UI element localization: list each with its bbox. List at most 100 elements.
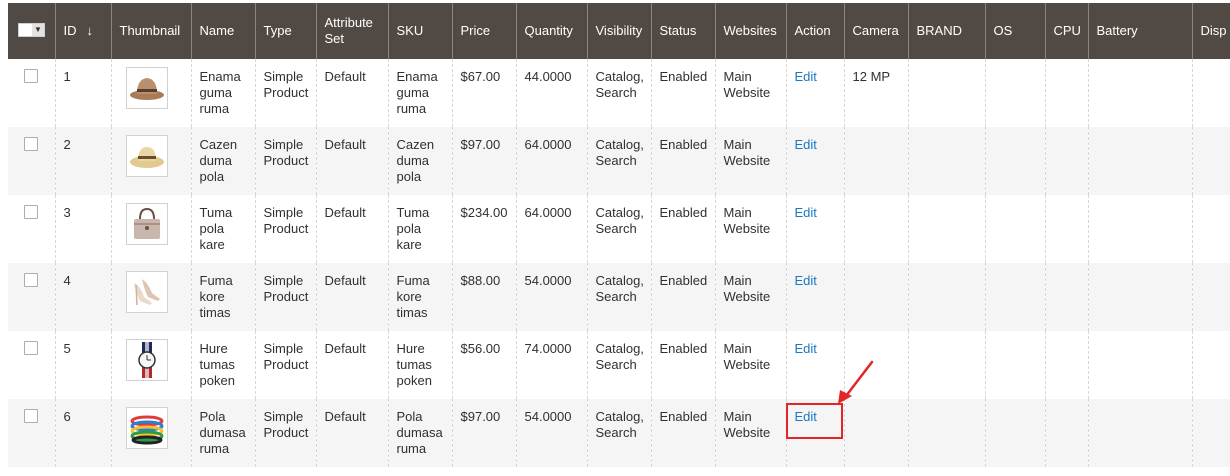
column-header-cpu[interactable]: CPU — [1045, 3, 1089, 59]
visibility-cell: Catalog, Search — [587, 399, 652, 467]
bracelets-icon[interactable] — [125, 407, 168, 449]
column-header-price[interactable]: Price — [452, 3, 517, 59]
column-header-sku[interactable]: SKU — [388, 3, 453, 59]
thumbnail-cell — [111, 59, 192, 127]
row-checkbox[interactable] — [24, 137, 38, 151]
column-header-id[interactable]: ID ↓ — [55, 3, 112, 59]
edit-link[interactable]: Edit — [795, 137, 817, 152]
column-label: Price — [460, 23, 491, 38]
column-label: Battery — [1096, 23, 1138, 38]
battery-cell — [1088, 127, 1193, 195]
type-cell: Simple Product — [255, 195, 317, 263]
row-checkbox[interactable] — [24, 205, 38, 219]
table-row[interactable]: 6 Pola dumasa ruma Simple Product Default Po… — [8, 399, 1230, 467]
thumbnail-cell — [111, 127, 192, 195]
sku-cell: Hure tumas poken — [388, 331, 453, 399]
table-row[interactable]: 2 Cazen duma pola Simple Product Default Caz… — [8, 127, 1230, 195]
edit-link[interactable]: Edit — [795, 341, 817, 356]
watch-icon[interactable] — [125, 339, 168, 381]
visibility-cell: Catalog, Search — [587, 331, 652, 399]
attribute-set-cell: Default — [316, 331, 389, 399]
column-header-battery[interactable]: Battery — [1088, 3, 1193, 59]
table-row[interactable]: 1 Enama guma ruma Simple Product Default Ena… — [8, 59, 1230, 127]
table-row[interactable]: 3 Tuma pola kare Simple Product Default Tuma… — [8, 195, 1230, 263]
column-header-action: Action — [786, 3, 845, 59]
name-cell: Tuma pola kare — [191, 195, 256, 263]
display-cell — [1192, 331, 1230, 399]
column-header-quantity[interactable]: Quantity — [516, 3, 588, 59]
camera-cell — [844, 195, 909, 263]
display-cell — [1192, 127, 1230, 195]
websites-cell: Main Website — [715, 331, 787, 399]
price-cell: $97.00 — [452, 127, 517, 195]
cpu-cell — [1045, 127, 1089, 195]
thumbnail-cell — [111, 263, 192, 331]
handbag-icon[interactable] — [125, 203, 168, 245]
row-select-cell — [8, 127, 56, 195]
quantity-cell: 74.0000 — [516, 331, 588, 399]
quantity-cell: 54.0000 — [516, 399, 588, 467]
column-header-attribute-set[interactable]: Attribute Set — [316, 3, 389, 59]
row-checkbox[interactable] — [24, 273, 38, 287]
attribute-set-cell: Default — [316, 59, 389, 127]
mass-action-header[interactable]: ▼ — [8, 3, 56, 59]
column-label: Disp — [1200, 23, 1227, 38]
row-checkbox[interactable] — [24, 69, 38, 83]
thumbnail-cell — [111, 399, 192, 467]
row-checkbox[interactable] — [24, 409, 38, 423]
column-header-display[interactable]: Disp — [1192, 3, 1230, 59]
column-header-name[interactable]: Name — [191, 3, 256, 59]
display-cell — [1192, 399, 1230, 467]
column-label: Attribute Set — [324, 15, 373, 46]
straw-hat-icon[interactable] — [125, 135, 168, 177]
visibility-cell: Catalog, Search — [587, 263, 652, 331]
name-cell: Pola dumasa ruma — [191, 399, 256, 467]
row-checkbox[interactable] — [24, 341, 38, 355]
column-label: Action — [794, 23, 831, 38]
attribute-set-cell: Default — [316, 127, 389, 195]
id-cell: 1 — [55, 59, 112, 127]
edit-link[interactable]: Edit — [795, 69, 817, 84]
status-cell: Enabled — [651, 195, 716, 263]
brand-cell — [908, 195, 986, 263]
name-cell: Enama guma ruma — [191, 59, 256, 127]
name-cell: Hure tumas poken — [191, 331, 256, 399]
column-label: BRAND — [916, 23, 963, 38]
column-label: Thumbnail — [119, 23, 181, 38]
price-cell: $88.00 — [452, 263, 517, 331]
type-cell: Simple Product — [255, 59, 317, 127]
column-label: Quantity — [524, 23, 573, 38]
column-header-status[interactable]: Status — [651, 3, 716, 59]
mass-select-dropdown[interactable]: ▼ — [18, 22, 45, 37]
thumbnail-cell — [111, 195, 192, 263]
thumbnail-cell — [111, 331, 192, 399]
column-header-os[interactable]: OS — [985, 3, 1046, 59]
status-cell: Enabled — [651, 331, 716, 399]
status-cell: Enabled — [651, 263, 716, 331]
table-row[interactable]: 5 Hure tumas poken Simple Product Default Hu… — [8, 331, 1230, 399]
annotation-arrow-icon — [838, 360, 874, 404]
websites-cell: Main Website — [715, 399, 787, 467]
column-header-camera[interactable]: Camera — [844, 3, 909, 59]
row-select-cell — [8, 263, 56, 331]
sku-cell: Pola dumasa ruma — [388, 399, 453, 467]
column-header-websites[interactable]: Websites — [715, 3, 787, 59]
column-header-brand[interactable]: BRAND — [908, 3, 986, 59]
edit-link[interactable]: Edit — [795, 273, 817, 288]
sort-arrow-icon: ↓ — [86, 23, 94, 38]
heels-icon[interactable] — [125, 271, 168, 313]
row-select-cell — [8, 195, 56, 263]
type-cell: Simple Product — [255, 399, 317, 467]
column-header-type[interactable]: Type — [255, 3, 317, 59]
fedora-hat-icon[interactable] — [125, 67, 168, 109]
quantity-cell: 64.0000 — [516, 195, 588, 263]
cpu-cell — [1045, 195, 1089, 263]
quantity-cell: 64.0000 — [516, 127, 588, 195]
table-row[interactable]: 4 Fuma kore timas Simple Product Default Fum… — [8, 263, 1230, 331]
attribute-set-cell: Default — [316, 195, 389, 263]
column-header-visibility[interactable]: Visibility — [587, 3, 652, 59]
column-label: OS — [993, 23, 1013, 38]
os-cell — [985, 331, 1046, 399]
edit-link[interactable]: Edit — [795, 205, 817, 220]
battery-cell — [1088, 195, 1193, 263]
